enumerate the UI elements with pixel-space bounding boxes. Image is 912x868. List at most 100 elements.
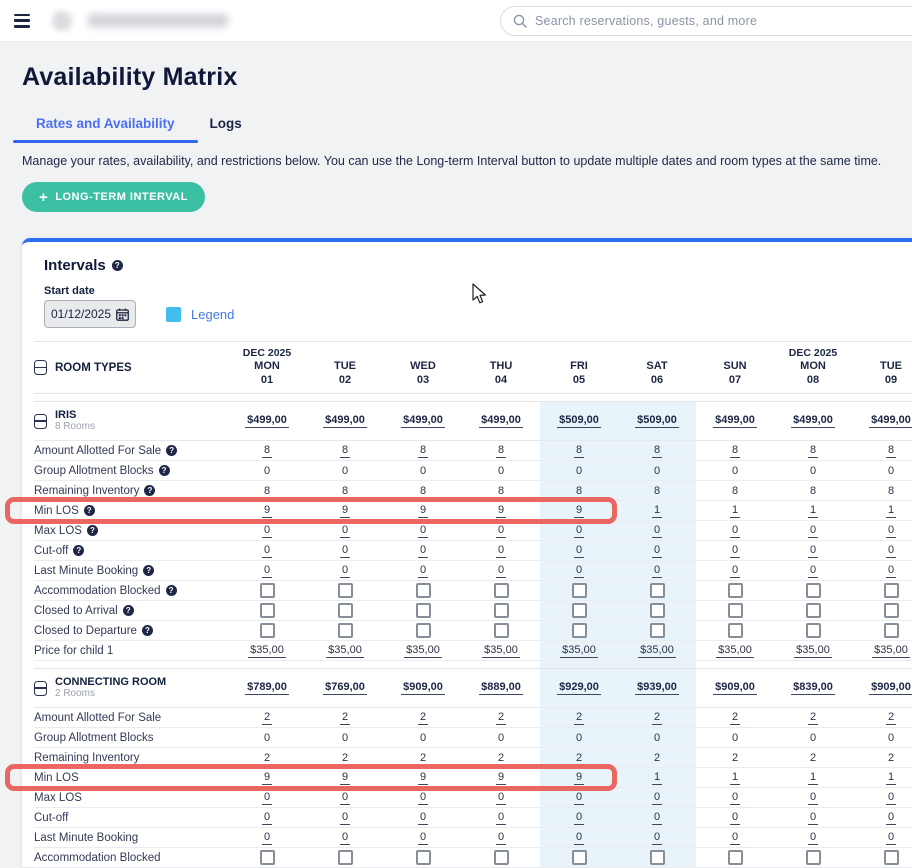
checkbox[interactable]	[884, 623, 899, 638]
checkbox[interactable]	[494, 583, 509, 598]
checkbox[interactable]	[494, 850, 509, 865]
value-link[interactable]: 0	[652, 811, 662, 825]
help-icon[interactable]: ?	[84, 505, 95, 516]
value-link[interactable]: 9	[418, 771, 428, 785]
value-link[interactable]: 0	[730, 564, 740, 578]
value-link[interactable]: $35,00	[872, 644, 910, 658]
price-link[interactable]: $499,00	[713, 414, 757, 428]
checkbox[interactable]	[416, 850, 431, 865]
value-link[interactable]: 0	[418, 811, 428, 825]
value-link[interactable]: 8	[886, 444, 896, 458]
price-link[interactable]: $939,00	[635, 681, 679, 695]
value-link[interactable]: 0	[574, 831, 584, 845]
checkbox[interactable]	[338, 583, 353, 598]
help-icon[interactable]: ?	[159, 465, 170, 476]
value-link[interactable]: 2	[886, 711, 896, 725]
help-icon[interactable]: ?	[142, 625, 153, 636]
value-link[interactable]: 2	[808, 711, 818, 725]
value-link[interactable]: 9	[262, 504, 272, 518]
checkbox[interactable]	[884, 850, 899, 865]
checkbox[interactable]	[728, 603, 743, 618]
checkbox[interactable]	[572, 583, 587, 598]
price-link[interactable]: $499,00	[791, 414, 835, 428]
value-link[interactable]: 2	[652, 711, 662, 725]
value-link[interactable]: 0	[730, 811, 740, 825]
checkbox[interactable]	[806, 603, 821, 618]
value-link[interactable]: 8	[574, 444, 584, 458]
value-link[interactable]: 8	[340, 444, 350, 458]
help-icon[interactable]: ?	[144, 485, 155, 496]
value-link[interactable]: 0	[886, 524, 896, 538]
checkbox[interactable]	[728, 623, 743, 638]
price-link[interactable]: $929,00	[557, 681, 601, 695]
checkbox[interactable]	[338, 623, 353, 638]
value-link[interactable]: 2	[262, 711, 272, 725]
value-link[interactable]: $35,00	[248, 644, 286, 658]
checkbox[interactable]	[338, 603, 353, 618]
checkbox[interactable]	[416, 603, 431, 618]
checkbox[interactable]	[338, 850, 353, 865]
value-link[interactable]: 0	[574, 544, 584, 558]
value-link[interactable]: 9	[340, 771, 350, 785]
date-column-header[interactable]: WED03	[384, 347, 462, 388]
checkbox[interactable]	[650, 583, 665, 598]
value-link[interactable]: 9	[574, 504, 584, 518]
value-link[interactable]: $35,00	[482, 644, 520, 658]
value-link[interactable]: 9	[262, 771, 272, 785]
price-link[interactable]: $889,00	[479, 681, 523, 695]
value-link[interactable]: 0	[340, 831, 350, 845]
date-column-header[interactable]: TUE02	[306, 347, 384, 388]
value-link[interactable]: 0	[574, 811, 584, 825]
help-icon[interactable]: ?	[73, 545, 84, 556]
value-link[interactable]: 0	[340, 564, 350, 578]
tab-logs[interactable]: Logs	[198, 110, 254, 143]
value-link[interactable]: 0	[262, 831, 272, 845]
value-link[interactable]: 0	[418, 791, 428, 805]
price-link[interactable]: $769,00	[323, 681, 367, 695]
value-link[interactable]: 0	[808, 831, 818, 845]
global-search-input[interactable]: Search reservations, guests, and more	[500, 6, 912, 36]
value-link[interactable]: 9	[574, 771, 584, 785]
value-link[interactable]: 0	[262, 524, 272, 538]
price-link[interactable]: $509,00	[557, 414, 601, 428]
date-column-header[interactable]: THU04	[462, 347, 540, 388]
value-link[interactable]: 0	[262, 811, 272, 825]
value-link[interactable]: 9	[496, 771, 506, 785]
value-link[interactable]: 1	[886, 504, 896, 518]
value-link[interactable]: 0	[418, 524, 428, 538]
collapse-section-icon[interactable]	[34, 414, 47, 429]
value-link[interactable]: 0	[730, 831, 740, 845]
value-link[interactable]: 0	[808, 791, 818, 805]
price-link[interactable]: $909,00	[713, 681, 757, 695]
value-link[interactable]: 0	[652, 564, 662, 578]
price-link[interactable]: $499,00	[479, 414, 523, 428]
value-link[interactable]: $35,00	[326, 644, 364, 658]
value-link[interactable]: 2	[496, 711, 506, 725]
value-link[interactable]: 0	[496, 831, 506, 845]
value-link[interactable]: 0	[652, 524, 662, 538]
value-link[interactable]: $35,00	[794, 644, 832, 658]
checkbox[interactable]	[884, 603, 899, 618]
value-link[interactable]: 0	[808, 564, 818, 578]
checkbox[interactable]	[572, 850, 587, 865]
value-link[interactable]: 1	[808, 771, 818, 785]
checkbox[interactable]	[260, 603, 275, 618]
value-link[interactable]: 0	[730, 524, 740, 538]
price-link[interactable]: $909,00	[401, 681, 445, 695]
value-link[interactable]: 0	[340, 524, 350, 538]
help-icon[interactable]: ?	[87, 525, 98, 536]
value-link[interactable]: 9	[496, 504, 506, 518]
date-column-header[interactable]: FRI05	[540, 347, 618, 388]
checkbox[interactable]	[650, 850, 665, 865]
value-link[interactable]: 0	[886, 811, 896, 825]
value-link[interactable]: 0	[496, 544, 506, 558]
value-link[interactable]: 0	[730, 791, 740, 805]
value-link[interactable]: 2	[574, 711, 584, 725]
value-link[interactable]: $35,00	[560, 644, 598, 658]
value-link[interactable]: 0	[886, 544, 896, 558]
value-link[interactable]: 0	[340, 791, 350, 805]
value-link[interactable]: 0	[652, 791, 662, 805]
value-link[interactable]: $35,00	[716, 644, 754, 658]
value-link[interactable]: 0	[340, 544, 350, 558]
value-link[interactable]: 0	[418, 564, 428, 578]
